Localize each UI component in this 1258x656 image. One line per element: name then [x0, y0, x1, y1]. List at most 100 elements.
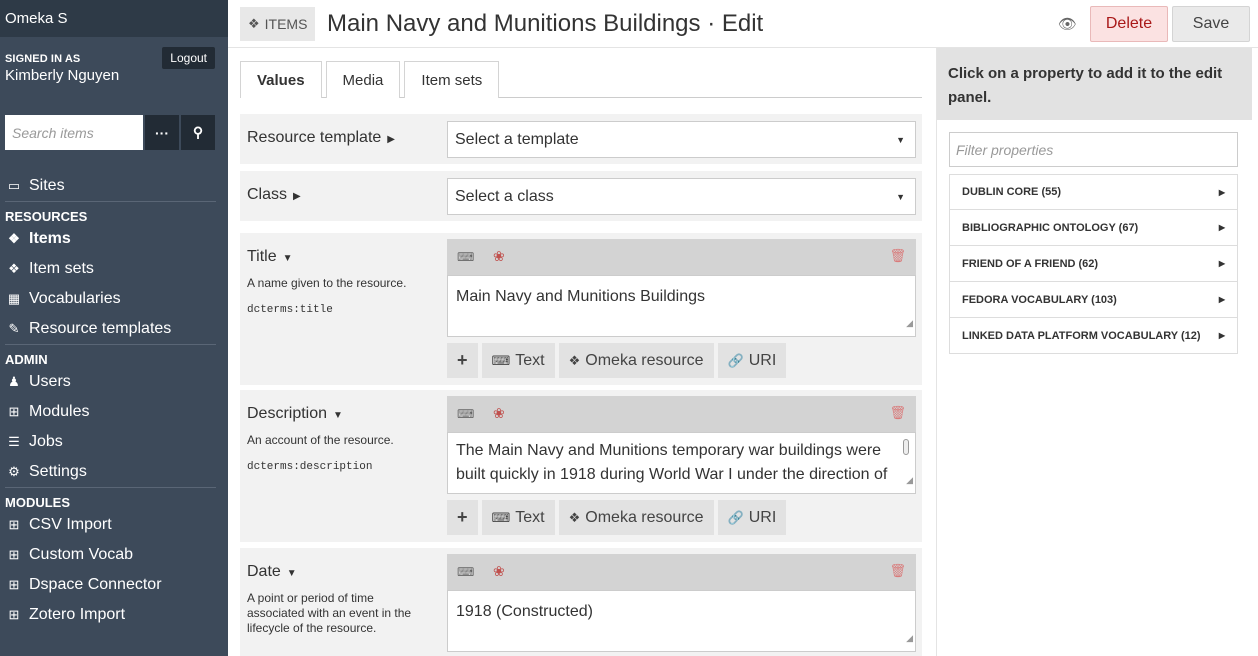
delete-button[interactable]: Delete: [1090, 6, 1168, 42]
search-form: ··· ⚲: [5, 115, 215, 150]
description-description: An account of the resource.: [247, 433, 394, 447]
tab-values[interactable]: Values: [240, 61, 322, 98]
sidebar-item-custom-vocab[interactable]: ⊞ Custom Vocab: [0, 540, 228, 570]
add-value-button[interactable]: +: [447, 343, 478, 378]
search-input[interactable]: [5, 115, 143, 150]
add-uri-button[interactable]: 🔗 URI: [717, 343, 787, 378]
sidebar-item-modules[interactable]: ⊞ Modules: [0, 397, 228, 427]
caret-right-icon: ▶: [1218, 223, 1225, 232]
cubes-icon: ❖: [568, 352, 581, 368]
filter-properties-input[interactable]: Filter properties: [949, 132, 1238, 167]
cubes-icon: ❖: [568, 509, 581, 525]
vocab-dublin-core[interactable]: DUBLIN CORE (55) ▶: [949, 174, 1238, 210]
resource-template-row: Resource template ▶ Select a template ▼: [240, 114, 922, 164]
search-icon: ⚲: [192, 124, 204, 140]
eye-icon[interactable]: 👁: [1058, 15, 1077, 33]
title-value-toolbar: ⌨ ❀ 🗑: [447, 239, 916, 275]
trash-icon[interactable]: 🗑: [889, 248, 906, 264]
chevron-down-icon: ▼: [896, 134, 905, 145]
plus-square-icon: ⊞: [8, 547, 20, 562]
scrollbar[interactable]: [903, 439, 909, 455]
trash-icon[interactable]: 🗑: [889, 563, 906, 579]
resize-handle[interactable]: ◢: [906, 468, 913, 492]
cubes-icon: ❖: [8, 261, 20, 276]
chevron-down-icon: ▼: [286, 568, 297, 579]
sidebar-item-sites[interactable]: ▭ Sites: [0, 171, 228, 201]
tab-media[interactable]: Media: [325, 61, 401, 98]
description-label[interactable]: Description ▼: [247, 405, 343, 423]
sidebar-item-settings[interactable]: ⚙ Settings: [0, 457, 228, 487]
property-selector-panel: Click on a property to add it to the edi…: [936, 48, 1252, 656]
brand-title[interactable]: Omeka S: [0, 0, 228, 37]
date-label[interactable]: Date ▼: [247, 563, 297, 581]
caret-right-icon: ▶: [1218, 331, 1225, 340]
class-row: Class ▶ Select a class ▼: [240, 171, 922, 221]
class-label[interactable]: Class ▶: [247, 186, 301, 204]
plus-square-icon: ⊞: [8, 577, 20, 592]
breadcrumb[interactable]: ❖ ITEMS: [240, 7, 316, 41]
logout-button[interactable]: Logout: [162, 47, 215, 69]
add-value-button[interactable]: +: [447, 500, 478, 535]
title-label[interactable]: Title ▼: [247, 248, 293, 266]
property-selector-heading: Click on a property to add it to the edi…: [937, 48, 1252, 120]
vocab-bibliographic-ontology[interactable]: BIBLIOGRAPHIC ONTOLOGY (67) ▶: [949, 210, 1238, 246]
section-tabs: Values Media Item sets: [240, 61, 922, 98]
description-term: dcterms:description: [247, 461, 373, 473]
sidebar-item-item-sets[interactable]: ❖ Item sets: [0, 254, 228, 284]
keyboard-icon[interactable]: ⌨: [457, 407, 474, 421]
signed-in-panel: SIGNED IN AS Kimberly Nguyen Logout: [0, 37, 228, 101]
sidebar-item-csv-import[interactable]: ⊞ CSV Import: [0, 510, 228, 540]
vocab-friend-of-a-friend[interactable]: FRIEND OF A FRIEND (62) ▶: [949, 246, 1238, 282]
resize-handle[interactable]: ◢: [906, 311, 913, 335]
advanced-search-button[interactable]: ···: [145, 115, 179, 150]
globe-icon[interactable]: ❀: [493, 563, 505, 580]
tab-item-sets[interactable]: Item sets: [404, 61, 500, 98]
search-button[interactable]: ⚲: [181, 115, 215, 150]
vocab-linked-data-platform[interactable]: LINKED DATA PLATFORM VOCABULARY (12) ▶: [949, 318, 1238, 354]
sidebar: Omeka S SIGNED IN AS Kimberly Nguyen Log…: [0, 0, 228, 656]
add-omeka-resource-button[interactable]: ❖ Omeka resource: [558, 500, 714, 535]
sidebar-item-jobs[interactable]: ☰ Jobs: [0, 427, 228, 457]
cogs-icon: ⚙: [8, 464, 20, 479]
resource-template-label[interactable]: Resource template ▶: [247, 129, 395, 147]
add-uri-button[interactable]: 🔗 URI: [717, 500, 787, 535]
keyboard-icon: ⌨: [491, 509, 511, 525]
add-text-button[interactable]: ⌨ Text: [481, 343, 555, 378]
sidebar-item-dspace-connector[interactable]: ⊞ Dspace Connector: [0, 570, 228, 600]
title-add-actions: + ⌨ Text ❖ Omeka resource 🔗 URI: [447, 343, 790, 378]
plus-square-icon: ⊞: [8, 517, 20, 532]
sidebar-item-users[interactable]: ♟ Users: [0, 367, 228, 397]
resize-handle[interactable]: ◢: [906, 626, 913, 650]
vocab-fedora[interactable]: FEDORA VOCABULARY (103) ▶: [949, 282, 1238, 318]
class-select[interactable]: Select a class ▼: [447, 178, 916, 215]
title-property-row: Title ▼ A name given to the resource. dct…: [240, 233, 922, 385]
sidebar-nav: ▭ Sites RESOURCES ❖ Items ❖ Item sets ▦ Voca…: [0, 171, 228, 630]
plus-square-icon: ⊞: [8, 404, 20, 419]
user-name[interactable]: Kimberly Nguyen: [5, 67, 223, 84]
description-value-textarea[interactable]: The Main Navy and Munitions temporary wa…: [447, 432, 916, 494]
save-button[interactable]: Save: [1172, 6, 1250, 42]
caret-right-icon: ▶: [387, 134, 395, 145]
sidebar-item-items[interactable]: ❖ Items: [0, 224, 228, 254]
sidebar-item-resource-templates[interactable]: ✎ Resource templates: [0, 314, 228, 344]
date-value-textarea[interactable]: 1918 (Constructed) ◢: [447, 590, 916, 652]
globe-icon[interactable]: ❀: [493, 405, 505, 422]
link-icon: 🔗: [727, 509, 744, 525]
sidebar-item-vocabularies[interactable]: ▦ Vocabularies: [0, 284, 228, 314]
caret-right-icon: ▶: [1218, 259, 1225, 268]
sidebar-item-zotero-import[interactable]: ⊞ Zotero Import: [0, 600, 228, 630]
cube-icon: ❖: [8, 231, 20, 246]
title-term: dcterms:title: [247, 304, 333, 316]
chevron-down-icon: ▼: [333, 410, 343, 421]
keyboard-icon[interactable]: ⌨: [457, 565, 474, 579]
link-icon: 🔗: [727, 352, 744, 368]
title-value-textarea[interactable]: Main Navy and Munitions Buildings ◢: [447, 275, 916, 337]
resource-template-select[interactable]: Select a template ▼: [447, 121, 916, 158]
date-description: A point or period of time associated wit…: [247, 591, 412, 635]
globe-icon[interactable]: ❀: [493, 248, 505, 265]
keyboard-icon: ⌨: [491, 352, 511, 368]
keyboard-icon[interactable]: ⌨: [457, 250, 474, 264]
add-text-button[interactable]: ⌨ Text: [481, 500, 555, 535]
add-omeka-resource-button[interactable]: ❖ Omeka resource: [558, 343, 714, 378]
trash-icon[interactable]: 🗑: [889, 405, 906, 421]
